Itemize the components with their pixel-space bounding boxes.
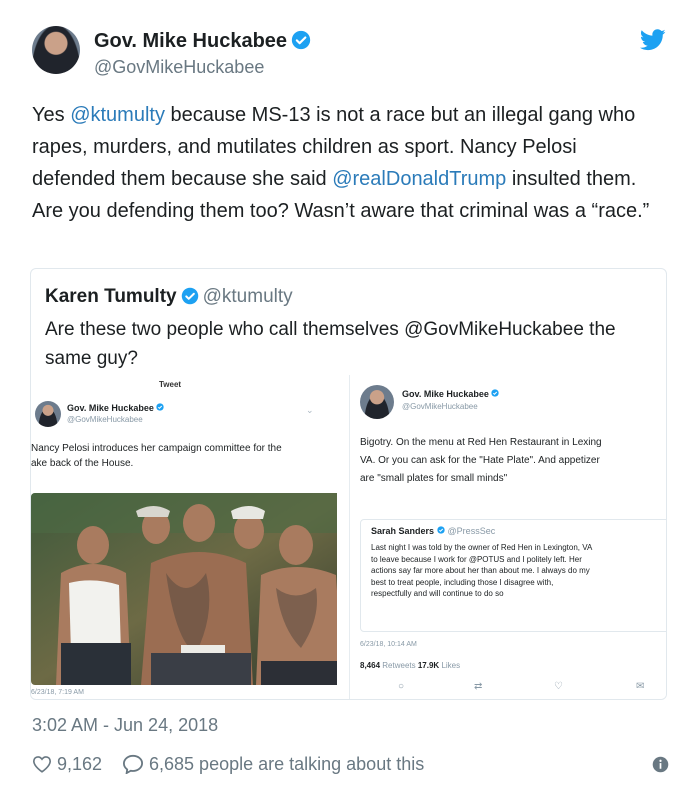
tweet-footer: 9,162 6,685 people are talking about thi… [32, 752, 672, 778]
quoted-tweet-text: Are these two people who call themselves… [45, 319, 616, 369]
info-icon[interactable] [652, 756, 669, 773]
verified-badge-icon [291, 30, 311, 50]
screenshot-author-name: Gov. Mike Huckabee [67, 403, 165, 413]
nested-quoted-tweet: Sarah Sanders @PressSec Last night I was… [360, 519, 666, 632]
screenshot-author-handle: @GovMikeHuckabee [402, 402, 478, 411]
retweet-icon: ⇄ [474, 681, 483, 692]
screenshot-stats: 8,464 Retweets 17.9K Likes [360, 661, 461, 670]
screenshot-action-bar: ○ ⇄ ♡ ✉ [350, 681, 666, 695]
nested-author: Sarah Sanders @PressSec [371, 526, 496, 536]
screenshot-text-line: Bigotry. On the menu at Red Hen Restaura… [360, 437, 602, 448]
verified-badge-icon [156, 403, 165, 411]
mention-link-realdonaldtrump[interactable]: @realDonaldTrump [332, 168, 506, 190]
like-icon: ♡ [554, 681, 563, 692]
embedded-screenshot-right: Gov. Mike Huckabee @GovMikeHuckabee Bigo… [349, 375, 666, 699]
avatar [35, 401, 61, 427]
screenshot-text-line: Nancy Pelosi introduces her campaign com… [31, 443, 282, 454]
mention-link-ktumulty[interactable]: @ktumulty [70, 104, 165, 126]
screenshot-text-line: VA. Or you can ask for the "Hate Plate".… [360, 455, 600, 466]
screenshot-text-line: are "small plates for small minds" [360, 473, 508, 484]
talking-count[interactable]: 6,685 people are talking about this [149, 754, 424, 774]
screenshot-header: Tweet [159, 380, 182, 389]
tweet-text: Yes @ktumulty because MS-13 is not a rac… [32, 99, 664, 227]
like-count[interactable]: 9,162 [57, 754, 102, 774]
verified-badge-icon [181, 287, 198, 305]
quoted-author[interactable]: Karen Tumulty @ktumulty [45, 286, 293, 308]
group-photo [31, 493, 337, 685]
tweet-timestamp[interactable]: 3:02 AM - Jun 24, 2018 [32, 715, 218, 736]
quoted-author-name[interactable]: Karen Tumulty [45, 286, 177, 307]
quoted-tweet[interactable]: Karen Tumulty @ktumulty Are these two peo… [30, 268, 667, 700]
heart-icon[interactable] [32, 755, 52, 773]
avatar [360, 385, 394, 419]
screenshot-timestamp: 6/23/18, 7:19 AM [31, 689, 84, 696]
chevron-down-icon: ⌄ [306, 405, 314, 415]
message-icon: ✉ [636, 681, 645, 692]
author-name[interactable]: Gov. Mike Huckabee [94, 30, 311, 53]
twitter-bird-icon[interactable] [640, 29, 666, 51]
speech-bubble-icon[interactable] [122, 754, 144, 775]
conversation-action[interactable]: 6,685 people are talking about this [122, 754, 424, 775]
quoted-author-handle[interactable]: @ktumulty [203, 286, 293, 307]
tweet-text-segment: Yes [32, 104, 71, 126]
author-avatar[interactable] [32, 26, 80, 74]
embedded-screenshot-left: Tweet Gov. Mike Huckabee @GovMikeHuckabe… [31, 375, 337, 699]
screenshot-text-line: ake back of the House. [31, 458, 134, 469]
like-action[interactable]: 9,162 [32, 754, 102, 775]
author-name-text[interactable]: Gov. Mike Huckabee [94, 30, 287, 52]
reply-icon: ○ [398, 681, 405, 692]
verified-badge-icon [436, 526, 445, 534]
screenshot-author-handle: @GovMikeHuckabee [67, 415, 143, 424]
nested-tweet-text: Last night I was told by the owner of Re… [371, 543, 593, 599]
author-handle[interactable]: @GovMikeHuckabee [94, 57, 264, 78]
verified-badge-icon [491, 389, 500, 397]
screenshot-timestamp: 6/23/18, 10:14 AM [360, 641, 417, 648]
group-photo-image [31, 493, 337, 685]
screenshot-author-name: Gov. Mike Huckabee [402, 389, 500, 399]
